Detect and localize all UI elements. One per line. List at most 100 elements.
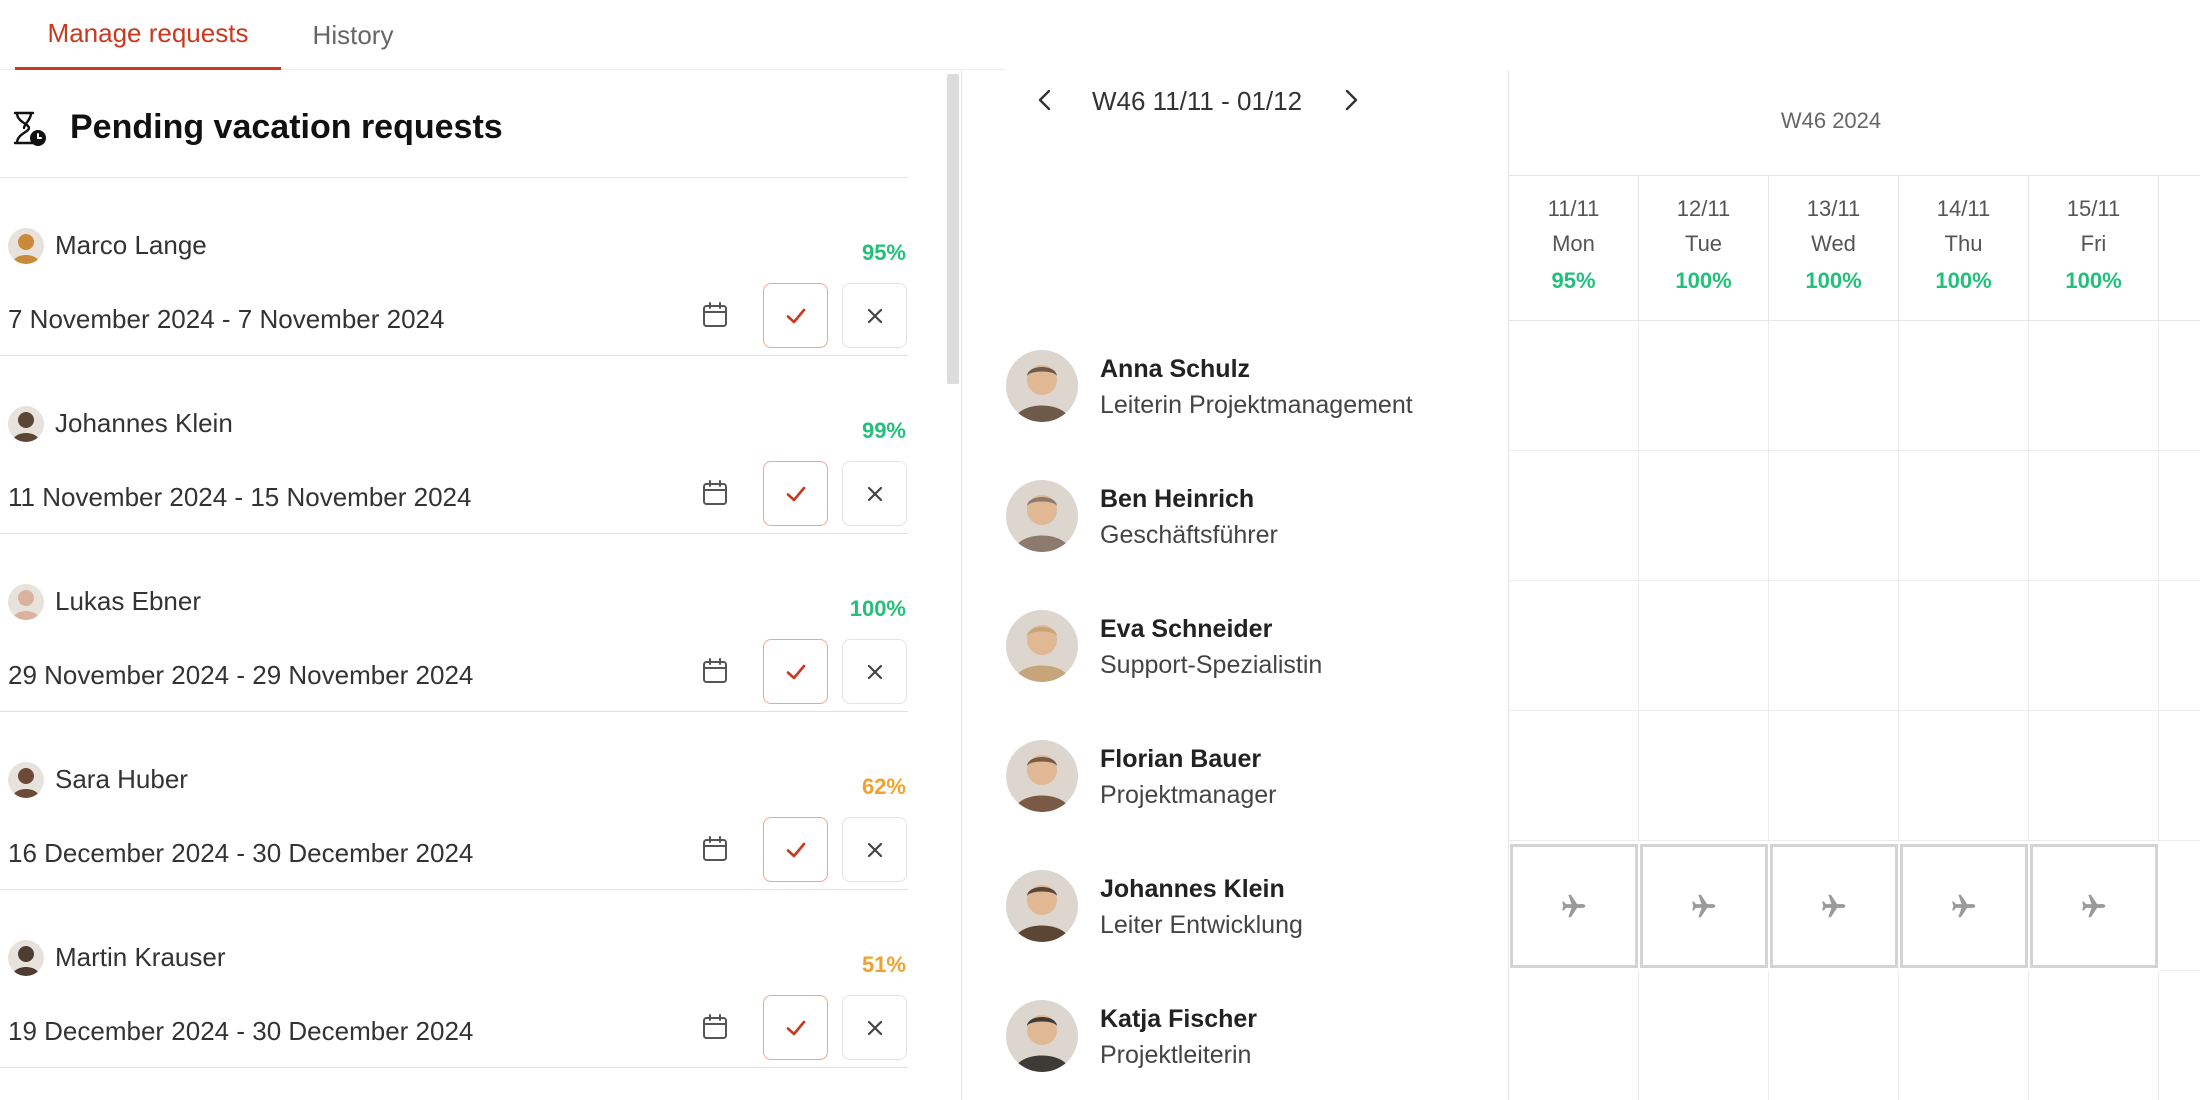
reject-button[interactable] (842, 283, 907, 348)
approve-button[interactable] (763, 995, 828, 1060)
calendar-day-cell[interactable] (2029, 711, 2159, 841)
availability-percent: 95% (861, 240, 906, 265)
calendar-day-cell[interactable] (1509, 321, 1639, 451)
calendar-day-cell[interactable] (1899, 581, 2029, 711)
calendar-day-cell[interactable] (2159, 971, 2200, 1100)
calendar-day-cell[interactable] (2029, 971, 2159, 1100)
airplane-icon (2082, 894, 2106, 918)
calendar-day-cell[interactable] (1769, 971, 1899, 1100)
week-range-label: W46 11/11 - 01/12 (1092, 86, 1303, 116)
day-date: 13/11 (1806, 196, 1861, 221)
day-weekday: Thu (1944, 231, 1983, 256)
day-availability-percent: 100% (2065, 268, 2122, 293)
tab-manage-requests[interactable]: Manage requests (15, 0, 281, 70)
avatar (1006, 870, 1078, 942)
calendar-day-cell[interactable] (1509, 451, 1639, 581)
calendar-day-cell[interactable] (1639, 451, 1769, 581)
week-year-label: W46 2024 (1780, 108, 1882, 133)
airplane-icon (1822, 894, 1846, 918)
scrollbar-thumb[interactable] (947, 74, 959, 384)
reject-button[interactable] (842, 461, 907, 526)
avatar (8, 940, 44, 976)
approve-button[interactable] (763, 461, 828, 526)
tab-bar: Manage requests History (0, 0, 1005, 70)
avatar (8, 762, 44, 798)
check-icon (786, 1020, 805, 1035)
calendar-day-cell[interactable] (1509, 711, 1639, 841)
calendar-day-cell[interactable] (1769, 321, 1899, 451)
calendar-day-cell[interactable] (2029, 451, 2159, 581)
calendar-day-cell[interactable] (2029, 321, 2159, 451)
calendar-day-cell[interactable] (2159, 581, 2200, 711)
vacation-day-cell[interactable] (1900, 844, 2028, 968)
calendar-day-cell[interactable] (1899, 321, 2029, 451)
hourglass-clock-icon (13, 111, 46, 146)
calendar-day-cell[interactable] (1509, 581, 1639, 711)
calendar-day-cell[interactable] (2159, 711, 2200, 841)
approve-button[interactable] (763, 817, 828, 882)
avatar (8, 584, 44, 620)
availability-percent: 51% (861, 952, 906, 977)
calendar-icon[interactable] (700, 656, 730, 686)
calendar-day-cell[interactable] (1769, 451, 1899, 581)
avatar-image (8, 762, 44, 798)
reject-button[interactable] (842, 817, 907, 882)
calendar-day-cell[interactable] (1639, 711, 1769, 841)
calendar-day-cell[interactable] (2159, 321, 2200, 451)
calendar-day-cell[interactable] (1639, 321, 1769, 451)
requester-name: Johannes Klein (55, 408, 233, 438)
pending-requests-panel: Pending vacation requests Marco Lange 95%… (0, 70, 962, 1100)
calendar-icon[interactable] (700, 1012, 730, 1042)
day-column-header (2159, 176, 2200, 321)
close-icon (867, 486, 882, 501)
calendar-day-cell[interactable] (1769, 711, 1899, 841)
vacation-day-cell[interactable] (1770, 844, 1898, 968)
calendar-icon[interactable] (700, 300, 730, 330)
employee-role: Leiter Entwicklung (1100, 911, 1303, 939)
calendar-day-cell[interactable] (1899, 711, 2029, 841)
calendar-day-cell[interactable] (1639, 581, 1769, 711)
check-icon (786, 664, 805, 679)
availability-percent: 62% (861, 774, 906, 799)
calendar-day-cell[interactable] (2159, 841, 2200, 971)
check-icon (786, 308, 805, 323)
requester-name: Lukas Ebner (55, 586, 201, 616)
avatar-image (8, 584, 44, 620)
day-date: 15/11 (2066, 196, 2121, 221)
day-weekday: Mon (1552, 231, 1595, 256)
approve-button[interactable] (763, 639, 828, 704)
employee-role: Geschäftsführer (1100, 521, 1278, 549)
reject-button[interactable] (842, 639, 907, 704)
vacation-day-cell[interactable] (2030, 844, 2158, 968)
request-date-range: 16 December 2024 - 30 December 2024 (8, 838, 474, 868)
page-title: Pending vacation requests (70, 108, 503, 146)
calendar-icon[interactable] (700, 834, 730, 864)
day-column-header: 11/11 Mon 95% (1509, 176, 1639, 321)
day-availability-percent: 100% (1935, 268, 1992, 293)
chevron-right-icon[interactable] (1336, 85, 1366, 115)
day-availability-percent: 100% (1805, 268, 1862, 293)
calendar-day-cell[interactable] (1899, 971, 2029, 1100)
avatar (8, 406, 44, 442)
avatar (1006, 350, 1078, 422)
avatar (1006, 610, 1078, 682)
calendar-icon[interactable] (700, 478, 730, 508)
approve-button[interactable] (763, 283, 828, 348)
tab-history[interactable]: History (290, 0, 416, 70)
calendar-day-cell[interactable] (2029, 581, 2159, 711)
airplane-icon (1562, 894, 1586, 918)
vacation-day-cell[interactable] (1510, 844, 1638, 968)
requester-name: Martin Krauser (55, 942, 226, 972)
reject-button[interactable] (842, 995, 907, 1060)
calendar-day-cell[interactable] (1639, 971, 1769, 1100)
request-date-range: 7 November 2024 - 7 November 2024 (8, 304, 445, 334)
calendar-day-cell[interactable] (1509, 971, 1639, 1100)
pending-header: Pending vacation requests (0, 70, 908, 178)
calendar-day-cell[interactable] (2159, 451, 2200, 581)
vacation-day-cell[interactable] (1640, 844, 1768, 968)
avatar-image (1006, 870, 1078, 942)
calendar-day-cell[interactable] (1899, 451, 2029, 581)
chevron-left-icon[interactable] (1030, 85, 1060, 115)
calendar-day-cell[interactable] (1769, 581, 1899, 711)
day-weekday: Wed (1811, 231, 1856, 256)
